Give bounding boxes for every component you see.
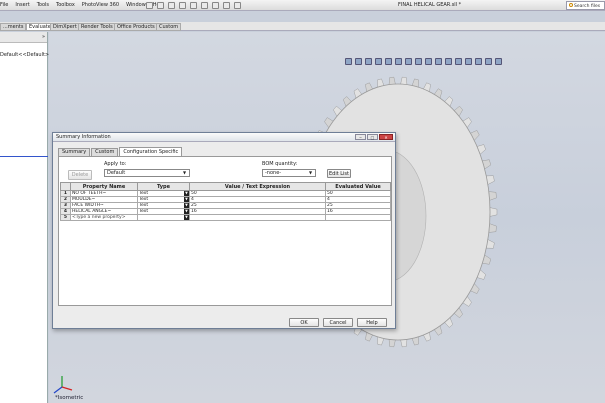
evaluated-cell	[325, 214, 391, 221]
delete-button[interactable]: Delete	[68, 170, 92, 180]
apply-to-label: Apply to:	[104, 161, 127, 167]
close-icon[interactable]: ✕	[379, 134, 393, 140]
help-button[interactable]: Help	[357, 318, 387, 327]
type-value: Text	[139, 191, 149, 196]
new-property-cell[interactable]: <Type a new property>	[70, 214, 138, 221]
ok-button[interactable]: OK	[289, 318, 319, 327]
bom-quantity-value: -none-	[265, 170, 282, 176]
tab-custom-properties[interactable]: Custom	[91, 148, 119, 156]
chevron-down-icon[interactable]: ▼	[184, 215, 189, 220]
table-row[interactable]: 5 <Type a new property> ▼	[60, 214, 391, 221]
chevron-down-icon[interactable]: ▼	[184, 191, 189, 196]
gear-tooth	[400, 76, 408, 85]
type-value: Text	[139, 203, 149, 208]
configuration-specific-panel: Delete Apply to: Default ▼ BOM quantity:…	[58, 156, 392, 306]
type-value: Text	[139, 209, 149, 214]
bom-quantity-label: BOM quantity:	[262, 161, 298, 167]
column-header-property-name[interactable]: Property Name	[70, 182, 138, 191]
axis-triad-icon	[53, 376, 73, 394]
column-header	[60, 182, 71, 191]
gear-tooth	[388, 339, 396, 348]
window-buttons: ‒ □ ✕	[355, 134, 393, 140]
apply-to-value: Default	[107, 170, 126, 176]
apply-to-select[interactable]: Default ▼	[104, 169, 190, 177]
dialog-tabs: Summary Custom Configuration Specific	[58, 147, 183, 156]
chevron-down-icon[interactable]: ▼	[184, 209, 189, 214]
gear-tooth	[400, 339, 408, 348]
chevron-down-icon[interactable]: ▼	[184, 197, 189, 202]
gear-tooth	[388, 76, 396, 85]
type-cell[interactable]: ▼	[137, 214, 190, 221]
bom-quantity-select[interactable]: -none- ▼	[262, 169, 316, 177]
tab-configuration-specific[interactable]: Configuration Specific	[119, 147, 183, 156]
table-header-row: Property Name Type Value / Text Expressi…	[60, 182, 391, 191]
gear-tooth	[488, 223, 497, 233]
dialog-title: Summary Information	[56, 134, 111, 140]
minimize-icon[interactable]: ‒	[355, 134, 366, 140]
value-cell[interactable]	[189, 214, 326, 221]
row-number[interactable]: 5	[60, 214, 71, 221]
dialog-titlebar[interactable]: Summary Information ‒ □ ✕	[53, 133, 395, 142]
maximize-icon[interactable]: □	[367, 134, 378, 140]
chevron-down-icon[interactable]: ▼	[184, 203, 189, 208]
view-name-label: *Isometric	[55, 395, 84, 401]
gear-tooth	[488, 191, 497, 201]
chevron-down-icon: ▼	[309, 170, 313, 175]
property-table: Property Name Type Value / Text Expressi…	[60, 182, 391, 221]
column-header-value[interactable]: Value / Text Expression	[189, 182, 326, 191]
cancel-button[interactable]: Cancel	[323, 318, 353, 327]
column-header-type[interactable]: Type	[137, 182, 190, 191]
summary-information-dialog: Summary Information ‒ □ ✕ Summary Custom…	[52, 132, 396, 329]
gear-tooth	[489, 207, 498, 217]
type-value: Text	[139, 197, 149, 202]
edit-list-button[interactable]: Edit List	[327, 169, 351, 178]
chevron-down-icon: ▼	[183, 170, 187, 175]
tab-summary[interactable]: Summary	[58, 148, 91, 156]
column-header-evaluated[interactable]: Evaluated Value	[325, 182, 391, 191]
